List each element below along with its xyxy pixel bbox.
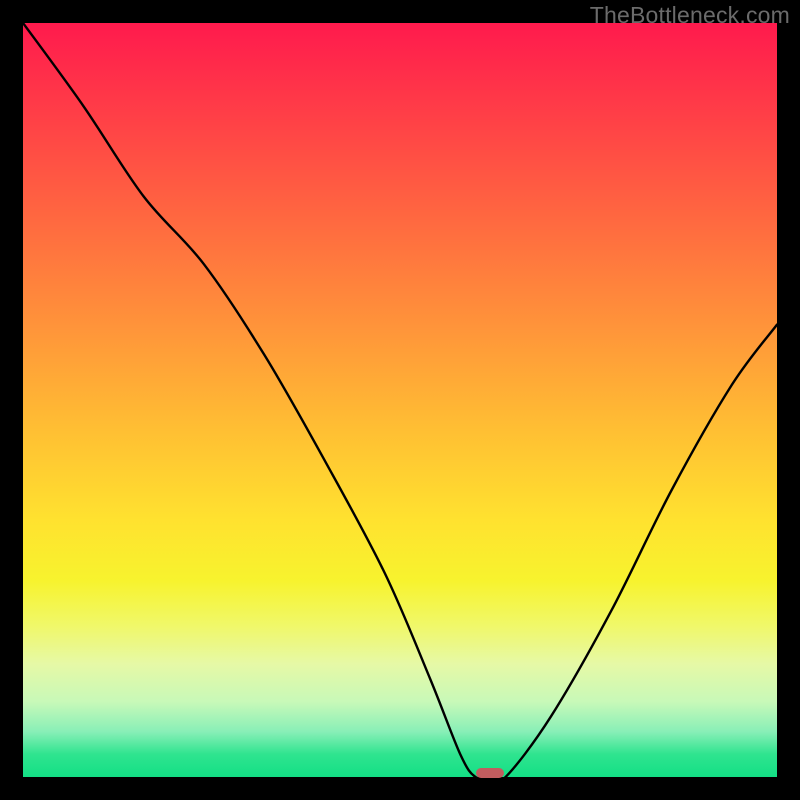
gradient-plot-area bbox=[23, 23, 777, 777]
bottleneck-curve bbox=[23, 23, 777, 777]
watermark-text: TheBottleneck.com bbox=[590, 2, 790, 29]
optimal-point-marker bbox=[476, 768, 504, 778]
chart-frame: TheBottleneck.com bbox=[0, 0, 800, 800]
